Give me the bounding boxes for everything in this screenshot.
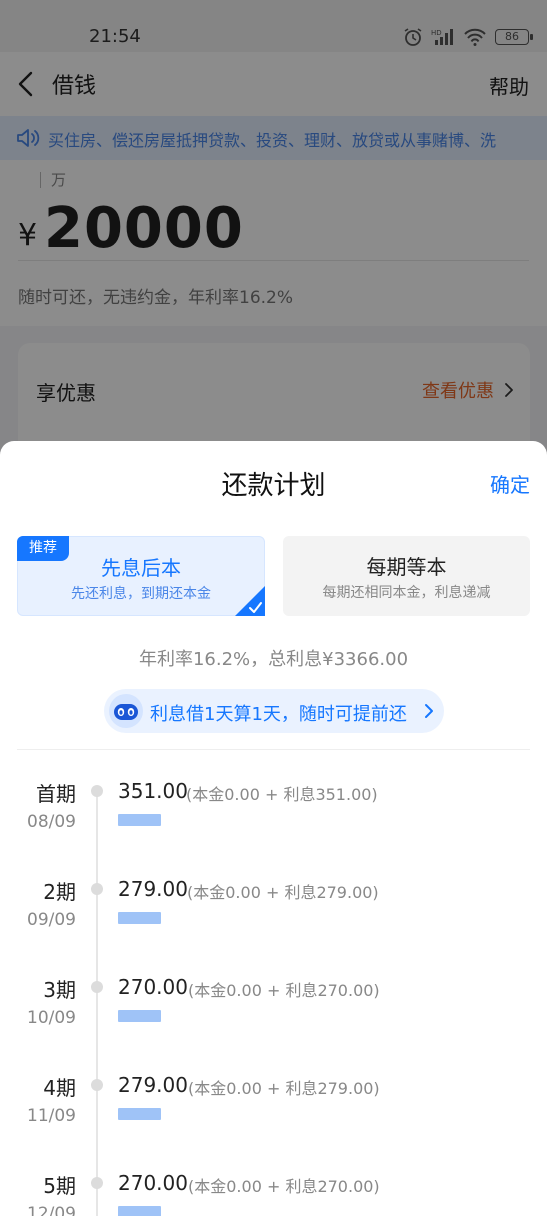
chevron-right-icon <box>425 704 433 718</box>
interest-bar <box>118 1206 161 1216</box>
plan-name: 先息后本 <box>101 556 181 580</box>
period-breakdown: (本金0.00 + 利息279.00) <box>187 883 379 902</box>
repayment-plan-sheet: 还款计划 确定 推荐 先息后本 先还利息，到期还本金 每期等本 每期还相同本金，… <box>0 441 547 1216</box>
timeline-dot <box>91 785 103 797</box>
plan-description: 每期还相同本金，利息递减 <box>322 585 491 601</box>
interest-bar <box>118 814 161 826</box>
period-amount: 279.00 <box>118 1073 188 1097</box>
schedule-row: 3期 10/09 270.00 (本金0.00 + 利息270.00) <box>0 974 547 1072</box>
period-breakdown: (本金0.00 + 利息279.00) <box>188 1079 380 1098</box>
rate-summary: 年利率16.2%，总利息¥3366.00 <box>138 649 409 670</box>
period-amount: 270.00 <box>118 975 188 999</box>
schedule-row: 5期 12/09 270.00 (本金0.00 + 利息270.00) <box>0 1170 547 1216</box>
period-date: 09/09 <box>27 910 76 930</box>
period-label: 4期 <box>43 1076 76 1100</box>
plan-name: 每期等本 <box>366 555 447 579</box>
period-breakdown: (本金0.00 + 利息270.00) <box>188 1177 380 1196</box>
schedule-row: 首期 08/09 351.00 (本金0.00 + 利息351.00) <box>0 778 547 876</box>
checkmark-icon <box>235 586 265 616</box>
period-label: 2期 <box>43 880 76 904</box>
promo-banner[interactable]: 利息借1天算1天，随时可提前还 <box>104 689 444 733</box>
schedule-row: 4期 11/09 279.00 (本金0.00 + 利息279.00) <box>0 1072 547 1170</box>
interest-bar <box>118 912 161 924</box>
period-breakdown: (本金0.00 + 利息351.00) <box>186 785 378 804</box>
period-date: 11/09 <box>27 1106 76 1126</box>
timeline-dot <box>91 981 103 993</box>
period-amount: 351.00 <box>118 779 188 803</box>
confirm-button[interactable]: 确定 <box>490 469 530 498</box>
interest-bar-track <box>118 912 298 924</box>
timeline-dot <box>91 1177 103 1189</box>
plan-option-equal-principal[interactable]: 每期等本 每期还相同本金，利息递减 <box>283 536 530 616</box>
interest-bar-track <box>118 1108 298 1120</box>
period-amount: 270.00 <box>118 1171 188 1195</box>
timeline-dot <box>91 883 103 895</box>
sheet-title: 还款计划 <box>221 471 326 501</box>
period-amount: 279.00 <box>118 877 188 901</box>
divider <box>17 749 530 750</box>
period-label: 5期 <box>43 1174 76 1198</box>
plan-option-interest-first[interactable]: 推荐 先息后本 先还利息，到期还本金 <box>17 536 265 616</box>
interest-bar-track <box>118 814 298 826</box>
plan-description: 先还利息，到期还本金 <box>71 586 211 602</box>
interest-bar <box>118 1108 161 1120</box>
interest-bar <box>118 1010 161 1022</box>
promo-text: 利息借1天算1天，随时可提前还 <box>150 704 407 725</box>
period-label: 首期 <box>36 782 76 806</box>
interest-bar-track <box>118 1010 298 1022</box>
period-date: 12/09 <box>27 1204 76 1216</box>
period-date: 08/09 <box>27 812 76 832</box>
schedule-row: 2期 09/09 279.00 (本金0.00 + 利息279.00) <box>0 876 547 974</box>
interest-bar-track <box>118 1206 298 1216</box>
period-breakdown: (本金0.00 + 利息270.00) <box>188 981 380 1000</box>
period-date: 10/09 <box>27 1008 76 1028</box>
period-label: 3期 <box>43 978 76 1002</box>
timeline-dot <box>91 1079 103 1091</box>
mascot-icon <box>109 694 143 728</box>
